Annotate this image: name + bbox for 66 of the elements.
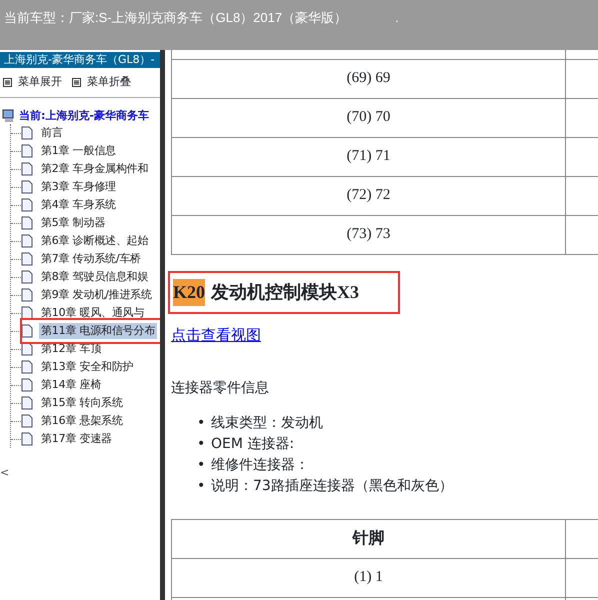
- document-icon: [21, 252, 33, 266]
- document-icon: [21, 288, 33, 302]
- document-icon: [21, 324, 33, 338]
- bullet-marker: •: [197, 476, 203, 496]
- table-cell: (1) 1: [172, 558, 566, 597]
- bullet-marker: •: [197, 414, 203, 432]
- table-cell: (71) 71: [172, 137, 566, 176]
- column-header: 针脚: [172, 519, 566, 558]
- table-cell: (73) 73: [172, 215, 566, 254]
- list-item: 维修件连接器：: [211, 456, 309, 474]
- tree-item[interactable]: 第10章 暖风、通风与: [39, 304, 146, 322]
- document-icon: [21, 198, 33, 212]
- table-cell: (70) 70: [172, 98, 566, 137]
- document-icon: [21, 378, 33, 392]
- document-icon: [21, 162, 33, 176]
- list-icon: [72, 78, 81, 87]
- tree-item[interactable]: 第11章 电源和信号分布: [39, 322, 158, 340]
- tree-item[interactable]: 第8章 驾驶员信息和娱: [39, 268, 150, 286]
- header-label: 当前车型：: [4, 10, 69, 25]
- header-dot: .: [395, 10, 399, 25]
- bullet-marker: •: [197, 434, 203, 454]
- document-icon: [21, 414, 33, 428]
- computer-icon: [2, 108, 16, 123]
- list-icon: [3, 78, 12, 87]
- tree-item[interactable]: 第3章 车身修理: [39, 178, 118, 196]
- sidebar-title: 上海别克-豪华商务车（GL8）-: [0, 52, 160, 68]
- tree-item[interactable]: 第16章 悬架系统: [39, 412, 125, 430]
- tree-item[interactable]: 第17章 变速器: [39, 430, 114, 448]
- collapse-toggle[interactable]: <: [0, 465, 10, 482]
- tree-item[interactable]: 第12章 车顶: [39, 340, 104, 358]
- menu-toggle[interactable]: 菜单折叠: [72, 74, 131, 90]
- list-item: 线束类型：发动机: [211, 414, 323, 432]
- document-icon: [21, 126, 33, 140]
- tree-item[interactable]: 第9章 发动机/推进系统: [39, 286, 154, 304]
- document-icon: [21, 396, 33, 410]
- tree-item[interactable]: 第1章 一般信息: [39, 142, 118, 160]
- document-icon: [21, 270, 33, 284]
- document-icon: [21, 360, 33, 374]
- menu-toggle[interactable]: 菜单展开: [3, 74, 62, 90]
- tree-item[interactable]: 第2章 车身金属构件和: [39, 160, 150, 178]
- document-icon: [21, 432, 33, 446]
- paragraph: 连接器零件信息: [171, 378, 270, 398]
- document-icon: [21, 234, 33, 248]
- tree-item[interactable]: 第4章 车身系统: [39, 196, 118, 214]
- vehicle-model: 厂家:S-上海别克商务车（GL8）2017（豪华版）: [69, 10, 348, 25]
- tree-item[interactable]: 第15章 转向系统: [39, 394, 125, 412]
- tree-item[interactable]: 前言: [39, 124, 65, 142]
- document-icon: [21, 180, 33, 194]
- document-icon: [21, 306, 33, 320]
- document-icon: [21, 342, 33, 356]
- document-icon: [21, 216, 33, 230]
- tree-item[interactable]: 第14章 座椅: [39, 376, 104, 394]
- tree-item[interactable]: 第13章 安全和防护: [39, 358, 136, 376]
- list-item: 说明：73路插座连接器（黑色和灰色）: [211, 476, 453, 496]
- list-item: OEM 连接器:: [211, 434, 294, 454]
- component-code: K20: [173, 278, 206, 306]
- tree-item[interactable]: 第6章 诊断概述、起始: [39, 232, 150, 250]
- bullet-marker: •: [197, 456, 203, 474]
- document-icon: [21, 144, 33, 158]
- view-link[interactable]: 点击查看视图: [171, 326, 261, 344]
- tree-item[interactable]: 第7章 传动系统/车桥: [39, 250, 144, 268]
- tree-item[interactable]: 第5章 制动器: [39, 214, 108, 232]
- table-cell: (69) 69: [172, 59, 566, 98]
- tree-root[interactable]: 当前:上海别克-豪华商务车: [19, 108, 149, 124]
- table-cell: (72) 72: [172, 176, 566, 215]
- section-heading: 发动机控制模块X3: [211, 280, 360, 304]
